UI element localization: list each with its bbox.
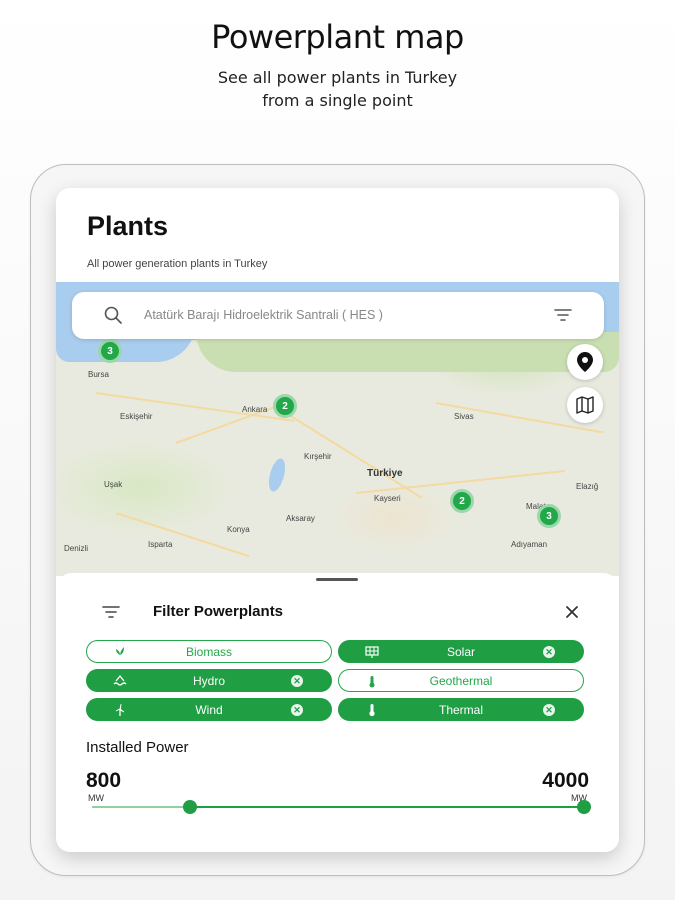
power-min-value: 800: [86, 769, 122, 792]
map-label: Ankara: [242, 405, 268, 414]
map-label: Denizli: [64, 544, 89, 553]
map-label: Sivas: [454, 412, 474, 421]
location-pin-icon: [577, 352, 593, 372]
cluster-marker[interactable]: 2: [450, 489, 474, 513]
chip-geothermal[interactable]: Geothermal: [338, 669, 584, 692]
filter-icon[interactable]: [554, 308, 572, 322]
app-screen: Plants All power generation plants in Tu…: [56, 188, 619, 852]
filter-sheet: Filter Powerplants Biomass Solar ✕ Hydro…: [56, 573, 619, 852]
cluster-marker[interactable]: 3: [98, 339, 122, 363]
cluster-marker[interactable]: 3: [537, 504, 561, 528]
chip-label: Biomass: [185, 644, 232, 659]
slider-min-handle[interactable]: [183, 800, 198, 814]
installed-power-title: Installed Power: [86, 739, 189, 756]
map-layers-button[interactable]: [567, 387, 603, 423]
power-min-unit: MW: [88, 793, 104, 803]
location-pin-button[interactable]: [567, 344, 603, 380]
filter-title: Filter Powerplants: [153, 603, 284, 620]
map-road: [115, 512, 250, 558]
promo-subtitle-line1: See all power plants in Turkey: [217, 68, 458, 87]
chip-thermal[interactable]: Thermal ✕: [338, 698, 584, 721]
slider-max-handle[interactable]: [577, 800, 591, 814]
chip-label: Thermal: [438, 702, 483, 717]
wind-turbine-icon: [115, 703, 125, 716]
chip-remove-icon[interactable]: ✕: [291, 704, 303, 716]
promo-title: Powerplant map: [211, 18, 464, 56]
water-wave-icon: [113, 674, 127, 686]
geothermal-icon: [369, 676, 375, 688]
map-label: Isparta: [148, 540, 173, 549]
chip-remove-icon[interactable]: ✕: [543, 646, 555, 658]
search-icon: [104, 306, 122, 324]
search-input[interactable]: [144, 305, 524, 325]
drag-handle[interactable]: [316, 578, 358, 581]
chip-label: Wind: [195, 702, 223, 717]
map-label: Türkiye: [367, 468, 403, 479]
filter-icon: [102, 606, 120, 618]
promo-subtitle: See all power plants in Turkey from a si…: [0, 66, 675, 112]
lake: [265, 456, 289, 494]
power-max-value: 4000: [542, 769, 589, 792]
map-icon: [576, 396, 594, 414]
map-label: Adıyaman: [511, 540, 548, 549]
chip-remove-icon[interactable]: ✕: [291, 675, 303, 687]
chip-remove-icon[interactable]: ✕: [543, 704, 555, 716]
thermometer-icon: [369, 704, 375, 717]
map-label: Kayseri: [374, 494, 401, 503]
chip-solar[interactable]: Solar ✕: [338, 640, 584, 663]
map-label: Kırşehir: [304, 452, 332, 461]
chip-wind[interactable]: Wind ✕: [86, 698, 332, 721]
chip-label: Hydro: [192, 673, 225, 688]
solar-panel-icon: [365, 646, 379, 658]
leaf-icon: [116, 647, 124, 658]
chip-hydro[interactable]: Hydro ✕: [86, 669, 332, 692]
cluster-marker[interactable]: 2: [273, 394, 297, 418]
promo-subtitle-line2: from a single point: [262, 91, 413, 110]
map-label: Eskişehir: [120, 412, 153, 421]
map-label: Bursa: [88, 370, 109, 379]
map-label: Konya: [227, 525, 250, 534]
map-label: Uşak: [104, 480, 123, 489]
map-label: Aksaray: [286, 514, 315, 523]
close-icon[interactable]: [564, 604, 580, 620]
chip-label: Solar: [446, 644, 475, 659]
page-subtitle: All power generation plants in Turkey: [87, 258, 268, 270]
search-bar[interactable]: [72, 292, 604, 339]
map-label: Elazığ: [576, 482, 599, 491]
page-title: Plants: [87, 211, 169, 241]
power-range-slider[interactable]: [92, 800, 591, 814]
chip-biomass[interactable]: Biomass: [86, 640, 332, 663]
slider-range-fill: [190, 806, 584, 808]
chip-label: Geothermal: [429, 673, 493, 688]
